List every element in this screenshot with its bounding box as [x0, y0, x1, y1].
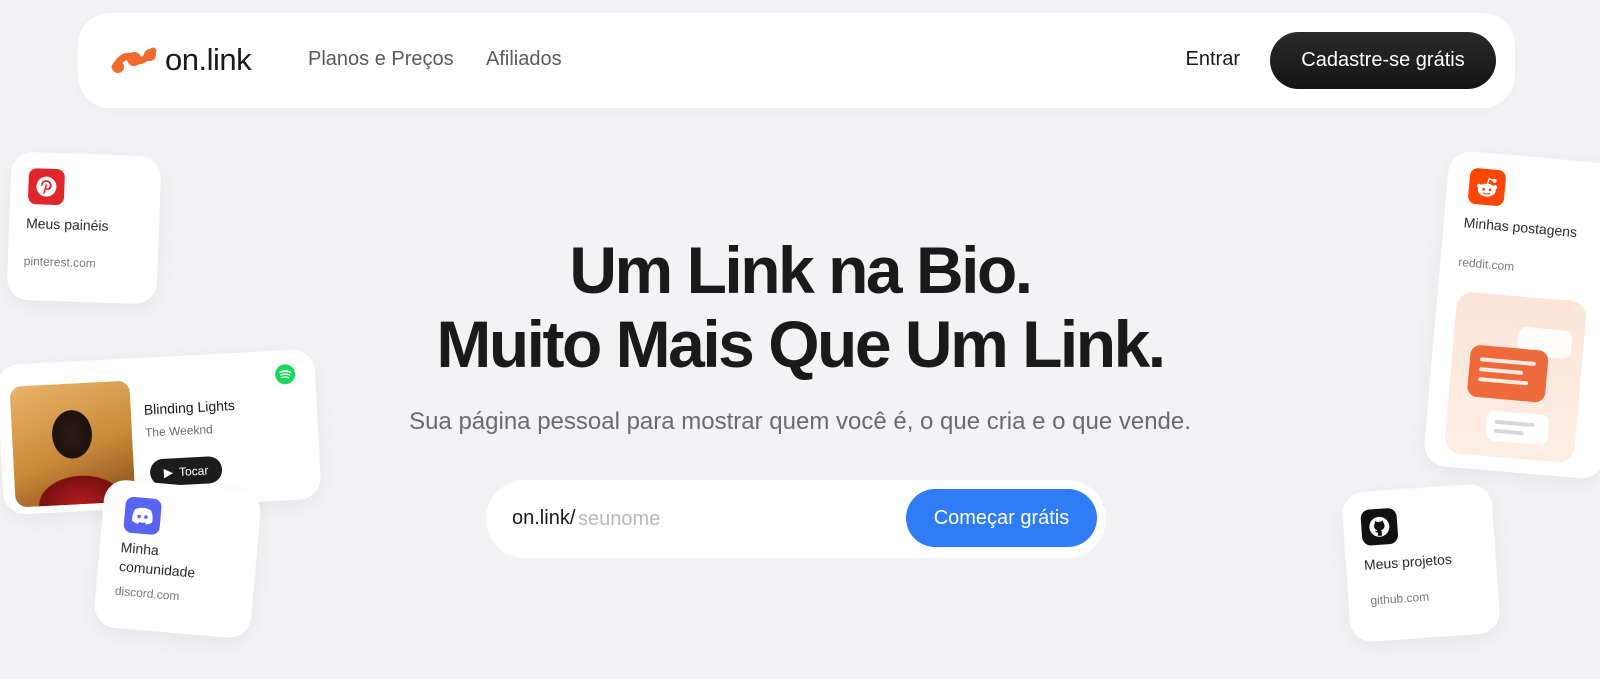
- play-button[interactable]: ▶ Tocar: [149, 455, 223, 487]
- top-nav: on.link Planos e Preços Afiliados Entrar…: [78, 13, 1515, 108]
- play-icon: ▶: [163, 464, 174, 480]
- username-signup-form: on.link/ Começar grátis: [486, 480, 1106, 558]
- card-title: Minhas postagens: [1463, 214, 1578, 241]
- card-title: Meus projetos: [1363, 550, 1453, 573]
- card-url: github.com: [1370, 589, 1430, 608]
- nav-link-plans[interactable]: Planos e Preços: [308, 49, 454, 69]
- hero-title-line1: Um Link na Bio.: [569, 233, 1033, 307]
- song-artist: The Weeknd: [144, 422, 214, 440]
- card-url: discord.com: [114, 583, 181, 604]
- login-link[interactable]: Entrar: [1186, 49, 1240, 69]
- github-icon: [1360, 507, 1399, 547]
- spotify-icon: [274, 363, 296, 385]
- card-url: pinterest.com: [23, 253, 97, 271]
- logo-icon: [111, 47, 157, 73]
- signup-button[interactable]: Cadastre-se grátis: [1270, 32, 1496, 89]
- card-title: Meus painéis: [25, 214, 109, 234]
- logo-text: on.link: [165, 42, 252, 77]
- discord-card[interactable]: Minha comunidade discord.com: [92, 478, 263, 640]
- start-free-button[interactable]: Começar grátis: [906, 489, 1097, 547]
- pinterest-card[interactable]: Meus painéis pinterest.com: [6, 151, 162, 305]
- card-url: reddit.com: [1457, 254, 1515, 274]
- pinterest-icon: [27, 168, 66, 206]
- logo[interactable]: on.link: [111, 42, 252, 77]
- chat-illustration: [1443, 290, 1588, 464]
- nav-link-affiliates[interactable]: Afiliados: [486, 49, 562, 69]
- card-title: Minha comunidade: [118, 539, 196, 581]
- reddit-card[interactable]: Minhas postagens reddit.com: [1422, 149, 1600, 481]
- url-prefix: on.link/: [512, 507, 576, 529]
- github-card[interactable]: Meus projetos github.com: [1340, 482, 1502, 644]
- username-input[interactable]: [578, 498, 878, 540]
- play-label: Tocar: [178, 462, 209, 479]
- chat-bubble: [1466, 344, 1549, 403]
- discord-icon: [123, 496, 163, 536]
- song-title: Blinding Lights: [143, 397, 236, 418]
- reddit-icon: [1467, 167, 1507, 207]
- chat-bubble: [1484, 410, 1550, 446]
